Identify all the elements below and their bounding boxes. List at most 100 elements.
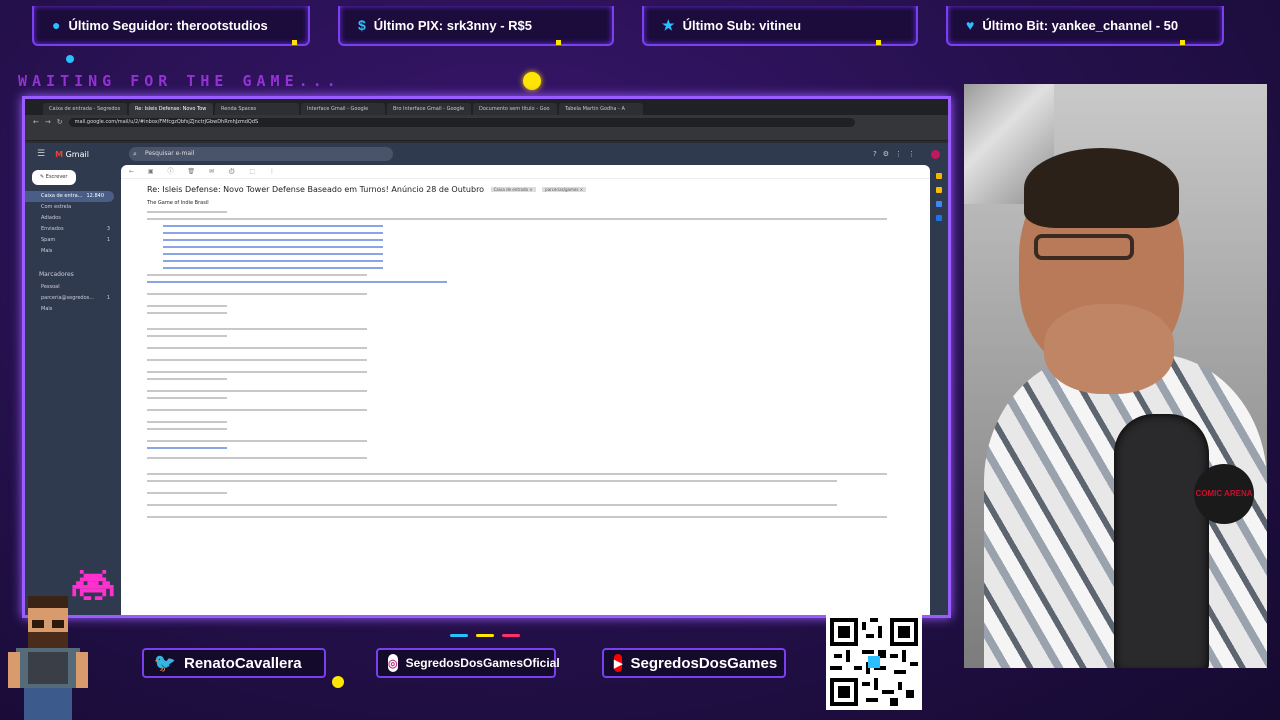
browser-tab-active[interactable]: Re: Isleis Defense: Novo Tow bbox=[129, 103, 213, 115]
instagram-handle-text: SegredosDosGamesOficial bbox=[405, 656, 560, 670]
livepix-qr-code[interactable] bbox=[826, 614, 922, 710]
email-text-line bbox=[147, 516, 887, 518]
email-text-line bbox=[147, 335, 227, 337]
sidebar-item-label: Mais bbox=[41, 306, 53, 312]
forward-icon[interactable]: → bbox=[45, 118, 51, 126]
deco-bar bbox=[502, 634, 520, 637]
dollar-icon: $ bbox=[358, 17, 366, 33]
browser-tab[interactable]: Interface Gmail - Google bbox=[301, 103, 385, 115]
browser-tab[interactable]: Renda Spaces bbox=[215, 103, 299, 115]
gmail-logo[interactable]: M Gmail bbox=[55, 150, 89, 159]
email-link-line[interactable] bbox=[163, 225, 383, 227]
email-text-line bbox=[147, 359, 367, 361]
youtube-handle[interactable]: ▶ SegredosDosGames bbox=[602, 648, 786, 678]
compose-button[interactable]: ✎ Escrever bbox=[32, 170, 76, 185]
url-input[interactable]: mail.google.com/mail/u/2/#inbox/FMfcgzQb… bbox=[68, 117, 855, 127]
compose-label: Escrever bbox=[45, 174, 68, 180]
last-follower-panel: ● Último Seguidor: therootstudios bbox=[32, 6, 310, 46]
email-link-line[interactable] bbox=[163, 253, 383, 255]
instagram-icon: ◎ bbox=[388, 654, 398, 672]
livepix-url: livepix.gg/segredosdosgames bbox=[826, 602, 919, 609]
search-input[interactable]: ⌕ Pesquisar e-mail bbox=[128, 147, 393, 161]
deco-dot bbox=[876, 40, 881, 45]
sidebar-label-personal[interactable]: Pessoal bbox=[25, 282, 120, 293]
sidebar-item-label: Enviados bbox=[41, 226, 64, 232]
deco-dot bbox=[1180, 40, 1185, 45]
email-link-line[interactable] bbox=[163, 246, 383, 248]
label-chip[interactable]: parcerias/games × bbox=[542, 187, 587, 192]
email-text-line bbox=[147, 492, 227, 494]
gmail-header: ☰ M Gmail ⌕ Pesquisar e-mail ?⚙⋮⋮ bbox=[25, 143, 948, 165]
avatar[interactable] bbox=[931, 149, 940, 159]
email-text-line bbox=[147, 504, 837, 506]
email-text-line bbox=[147, 440, 367, 442]
person-icon: ● bbox=[52, 17, 61, 33]
last-follower-text: Último Seguidor: therootstudios bbox=[68, 17, 268, 33]
search-placeholder: Pesquisar e-mail bbox=[144, 150, 195, 157]
label-chip[interactable]: Caixa de entrada × bbox=[490, 187, 536, 192]
email-text-line bbox=[147, 305, 227, 307]
sidebar-item-more[interactable]: Mais bbox=[25, 246, 120, 257]
tasks-icon[interactable] bbox=[936, 201, 942, 207]
sidebar-item-sent[interactable]: Enviados 3 bbox=[25, 224, 120, 235]
calendar-icon[interactable] bbox=[936, 173, 942, 179]
deco-dot bbox=[292, 40, 297, 45]
sidebar-item-spam[interactable]: Spam 1 bbox=[25, 235, 120, 246]
email-text-line bbox=[147, 480, 837, 482]
deco-dot bbox=[556, 40, 561, 45]
back-icon[interactable]: ← bbox=[33, 118, 39, 126]
last-pix-text: Último PIX: srk3nny - R$5 bbox=[373, 17, 533, 33]
deco-bar bbox=[450, 634, 468, 637]
sidebar-item-snoozed[interactable]: Adiados bbox=[25, 213, 120, 224]
email-text-line bbox=[147, 457, 367, 459]
email-link-line[interactable] bbox=[147, 281, 447, 283]
waiting-text: WAITING FOR THE GAME... bbox=[18, 72, 341, 90]
sun-decoration bbox=[523, 72, 541, 90]
email-link-line[interactable] bbox=[163, 232, 383, 234]
email-text-line bbox=[147, 218, 887, 220]
last-sub-text: Último Sub: vitineu bbox=[682, 17, 802, 33]
header-icons[interactable]: ?⚙⋮⋮ bbox=[873, 150, 921, 158]
sidebar-label-more[interactable]: Mais bbox=[25, 304, 120, 315]
email-text-line bbox=[147, 421, 227, 423]
email-subject-text: Re: Isleis Defense: Novo Tower Defense B… bbox=[147, 185, 485, 194]
sidebar-item-label: parceria@segredos... bbox=[41, 295, 95, 301]
menu-icon[interactable]: ☰ bbox=[37, 149, 45, 159]
email-link-line[interactable] bbox=[163, 267, 383, 269]
youtube-icon: ▶ bbox=[614, 654, 623, 672]
browser-tab[interactable]: Bro Interface Gmail - Google bbox=[387, 103, 471, 115]
email-link-line[interactable] bbox=[163, 239, 383, 241]
sidebar-item-count: 12.840 bbox=[86, 193, 105, 199]
sidebar-item-count: 3 bbox=[106, 226, 110, 232]
sidebar-item-label: Caixa de entra... bbox=[41, 193, 83, 199]
sidebar-item-starred[interactable]: Com estrela bbox=[25, 202, 120, 213]
reload-icon[interactable]: ↻ bbox=[57, 118, 63, 126]
contacts-icon[interactable] bbox=[936, 215, 942, 221]
email-link-line[interactable] bbox=[147, 447, 227, 449]
browser-tab[interactable]: Tabela Martin Godha - A bbox=[559, 103, 643, 115]
gmail-logo-icon: M bbox=[55, 149, 64, 159]
twitter-handle-text: RenatoCavallera bbox=[184, 654, 302, 672]
gmail-sidebar: ✎ Escrever Caixa de entra... 12.840 Com e… bbox=[25, 165, 120, 615]
sidebar-item-inbox[interactable]: Caixa de entra... 12.840 bbox=[25, 191, 114, 202]
streamer-hair bbox=[1024, 148, 1179, 228]
email-toolbar[interactable]: ← ▣ ⓘ 🗑 ✉ ⏱ ⬚ ⋮ bbox=[121, 165, 930, 179]
twitter-handle[interactable]: 🐦 RenatoCavallera bbox=[142, 648, 326, 678]
email-text-line bbox=[147, 409, 367, 411]
email-text-line bbox=[147, 347, 367, 349]
sidebar-label-partnership[interactable]: parceria@segredos... 1 bbox=[25, 293, 120, 304]
pixel-avatar-icon bbox=[8, 596, 88, 720]
instagram-handle[interactable]: ◎ SegredosDosGamesOficial bbox=[376, 648, 560, 678]
browser-tab[interactable]: Documento sem título - Goo bbox=[473, 103, 557, 115]
email-text-line bbox=[147, 293, 367, 295]
last-pix-panel: $ Último PIX: srk3nny - R$5 bbox=[338, 6, 614, 46]
keep-icon[interactable] bbox=[936, 187, 942, 193]
sidebar-item-count: 1 bbox=[106, 295, 110, 301]
sidebar-item-label: Com estrela bbox=[41, 204, 72, 210]
browser-window: Caixa de entrada - Segredos Re: Isleis D… bbox=[22, 96, 951, 618]
email-text-line bbox=[147, 378, 227, 380]
email-link-line[interactable] bbox=[163, 260, 383, 262]
browser-tab[interactable]: Caixa de entrada - Segredos bbox=[43, 103, 127, 115]
email-text-line bbox=[147, 473, 887, 475]
address-bar-row: ← → ↻ mail.google.com/mail/u/2/#inbox/FM… bbox=[25, 115, 948, 129]
